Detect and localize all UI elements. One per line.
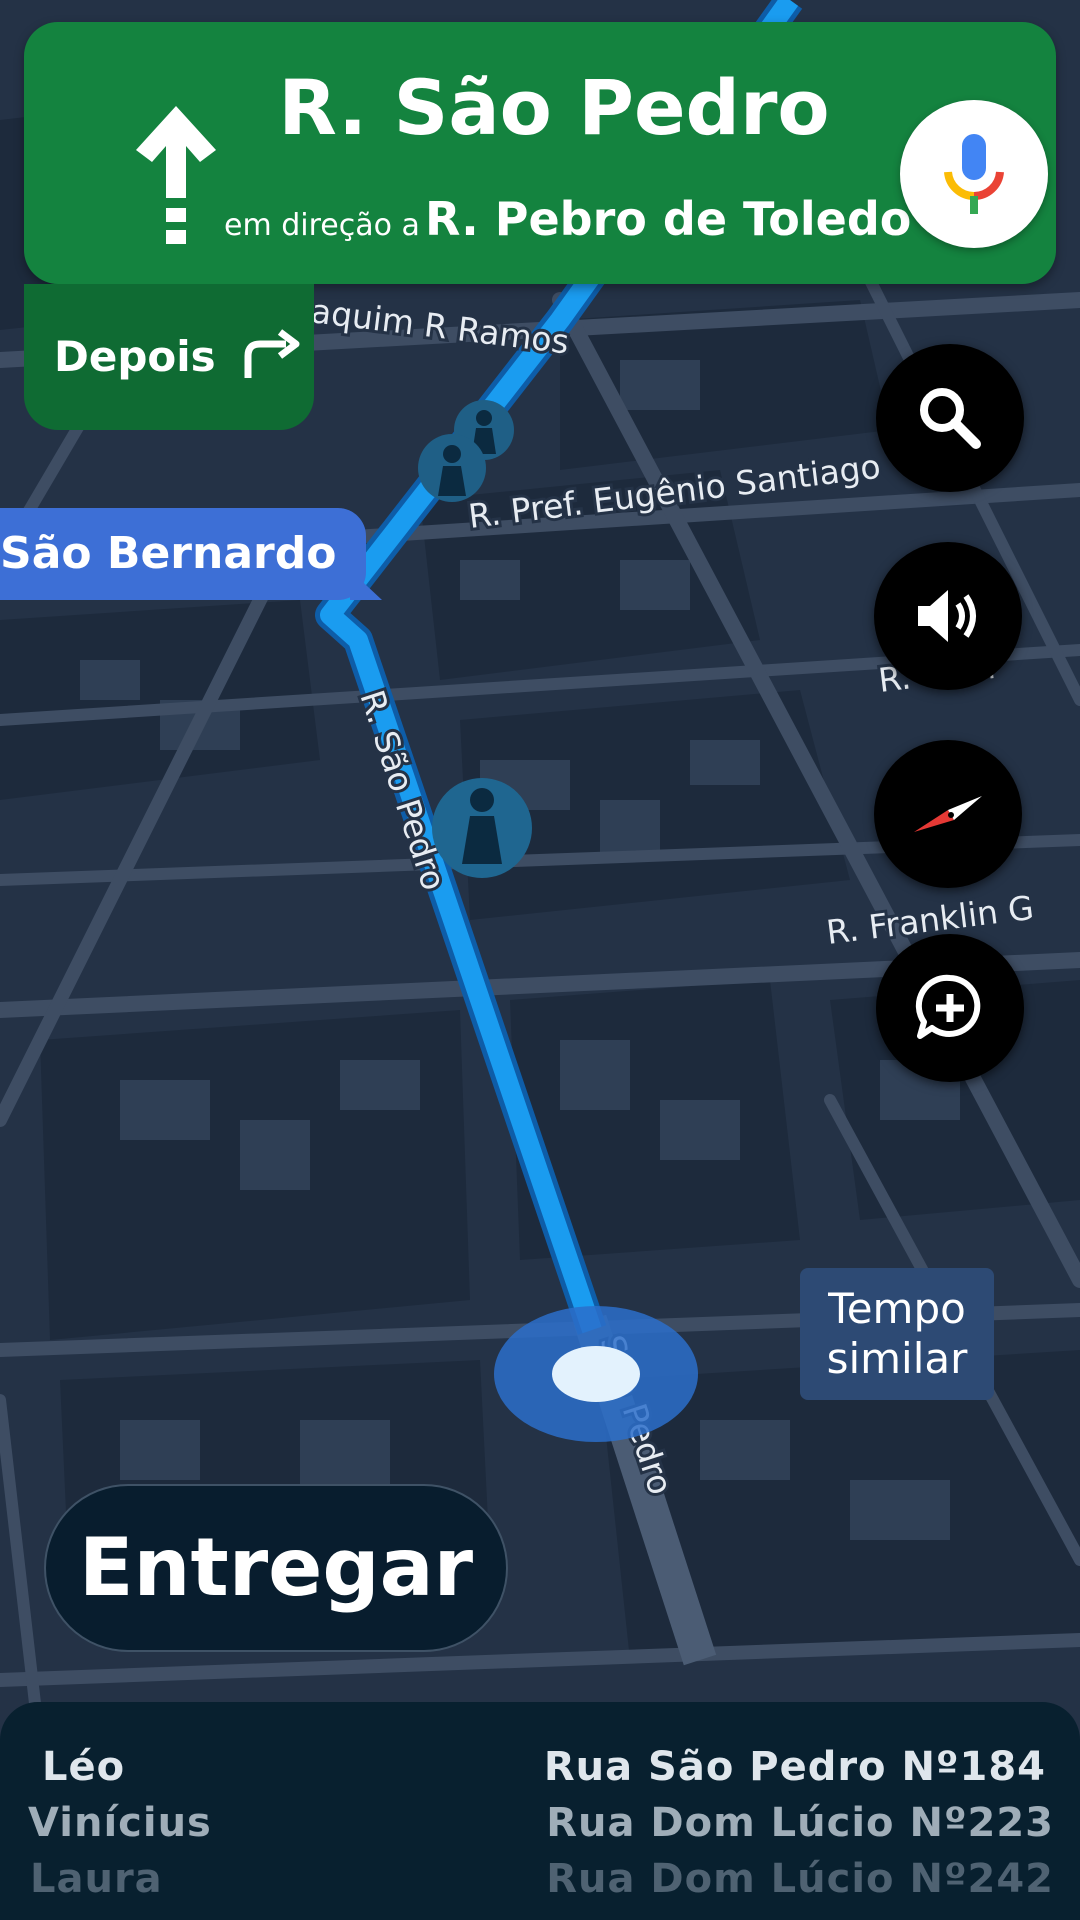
voice-search-button[interactable] [900,100,1048,248]
delivery-row[interactable]: Léo Rua São Pedro Nº184 [0,1744,1080,1800]
street-name-chip[interactable]: São Bernardo [0,508,383,600]
deliver-button[interactable]: Entregar [44,1484,508,1652]
add-report-icon [915,974,981,1039]
navigation-banner[interactable]: R. São Pedro em direção a R. Pebro de To… [24,22,1056,284]
current-location-marker [494,1306,698,1442]
delivery-name: Laura [30,1856,163,1902]
current-street-name: R. São Pedro [278,63,830,152]
route-time-callout[interactable]: Tempo similar [800,1268,994,1400]
compass-button[interactable] [874,740,1022,888]
search-icon [920,388,981,449]
toward-street: R. Pebro de Toledo [424,192,912,246]
turn-right-icon [244,329,300,378]
straight-arrow-icon [136,106,216,244]
add-report-button[interactable] [876,934,1024,1082]
delivery-address: Rua São Pedro Nº184 [543,1744,1046,1790]
pedestrian-icon[interactable] [418,434,486,502]
deliveries-sheet[interactable]: Léo Rua São Pedro Nº184 Vinícius Rua Dom… [0,1702,1080,1920]
search-button[interactable] [876,344,1024,492]
sound-button[interactable] [874,542,1022,690]
mic-icon [944,134,1004,214]
toward-prefix: em direção a [224,208,420,243]
delivery-row[interactable]: Vinícius Rua Dom Lúcio Nº223 [0,1800,1080,1856]
speaker-icon [918,590,976,642]
time-callout-line1: Tempo [828,1283,966,1333]
delivery-name: Léo [42,1744,126,1790]
delivery-row[interactable]: Laura Rua Dom Lúcio Nº242 [0,1856,1080,1912]
then-label: Depois [54,332,216,381]
next-maneuver-box[interactable]: Depois [24,284,314,430]
pedestrian-icon[interactable] [432,778,532,878]
compass-icon [914,796,982,832]
delivery-address: Rua Dom Lúcio Nº242 [546,1856,1054,1902]
toward-line: em direção a R. Pebro de Toledo [224,192,911,246]
time-callout-line2: similar [826,1334,968,1383]
delivery-name: Vinícius [28,1800,212,1846]
delivery-address: Rua Dom Lúcio Nº223 [546,1800,1054,1846]
